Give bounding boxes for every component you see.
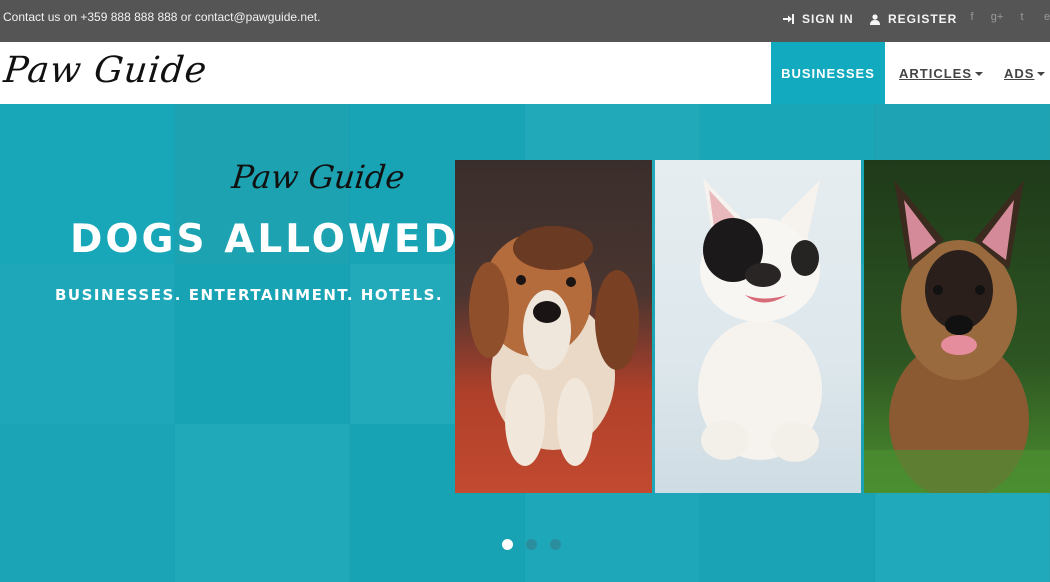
chevron-down-icon <box>1037 72 1046 76</box>
hero-title: DOGS ALLOWED <box>70 217 459 262</box>
carousel-dot-3[interactable] <box>550 539 561 550</box>
hero-subtitle: BUSINESSES. ENTERTAINMENT. HOTELS. <box>55 286 444 304</box>
sign-in-icon <box>783 14 794 24</box>
top-bar: Contact us on +359 888 888 888 or contac… <box>0 0 1050 42</box>
site-logo[interactable]: Paw Guide <box>2 50 209 91</box>
register-link[interactable]: REGISTER <box>870 12 957 26</box>
carousel-dot-2[interactable] <box>526 539 537 550</box>
beagle-photo <box>455 160 652 493</box>
site-header: Paw Guide BUSINESSES ARTICLES ADS <box>0 42 1050 104</box>
sign-in-link[interactable]: SIGN IN <box>783 12 854 26</box>
hero-script-logo: Paw Guide <box>230 158 407 196</box>
french-bulldog-photo <box>655 160 861 493</box>
user-icon <box>870 13 880 25</box>
email-icon[interactable]: e <box>1040 11 1050 23</box>
nav-ads-label: ADS <box>1004 65 1035 81</box>
hero-banner: Paw Guide DOGS ALLOWED BUSINESSES. ENTER… <box>0 104 1050 582</box>
facebook-icon[interactable]: f <box>965 11 979 23</box>
contact-info: Contact us on +359 888 888 888 or contac… <box>3 10 321 24</box>
carousel-indicators <box>502 539 561 550</box>
german-shepherd-photo <box>863 160 1050 493</box>
nav-businesses[interactable]: BUSINESSES <box>771 42 885 104</box>
nav-ads[interactable]: ADS <box>1004 42 1046 104</box>
carousel-dot-1[interactable] <box>502 539 513 550</box>
chevron-down-icon <box>975 72 983 76</box>
hero-photo-strip <box>455 160 1050 493</box>
nav-businesses-label: BUSINESSES <box>781 65 875 81</box>
google-plus-icon[interactable]: g+ <box>990 11 1004 23</box>
nav-articles-label: ARTICLES <box>899 65 972 81</box>
nav-articles[interactable]: ARTICLES <box>899 42 983 104</box>
sign-in-label: SIGN IN <box>802 12 854 26</box>
twitter-icon[interactable]: t <box>1015 11 1029 23</box>
register-label: REGISTER <box>888 12 958 26</box>
